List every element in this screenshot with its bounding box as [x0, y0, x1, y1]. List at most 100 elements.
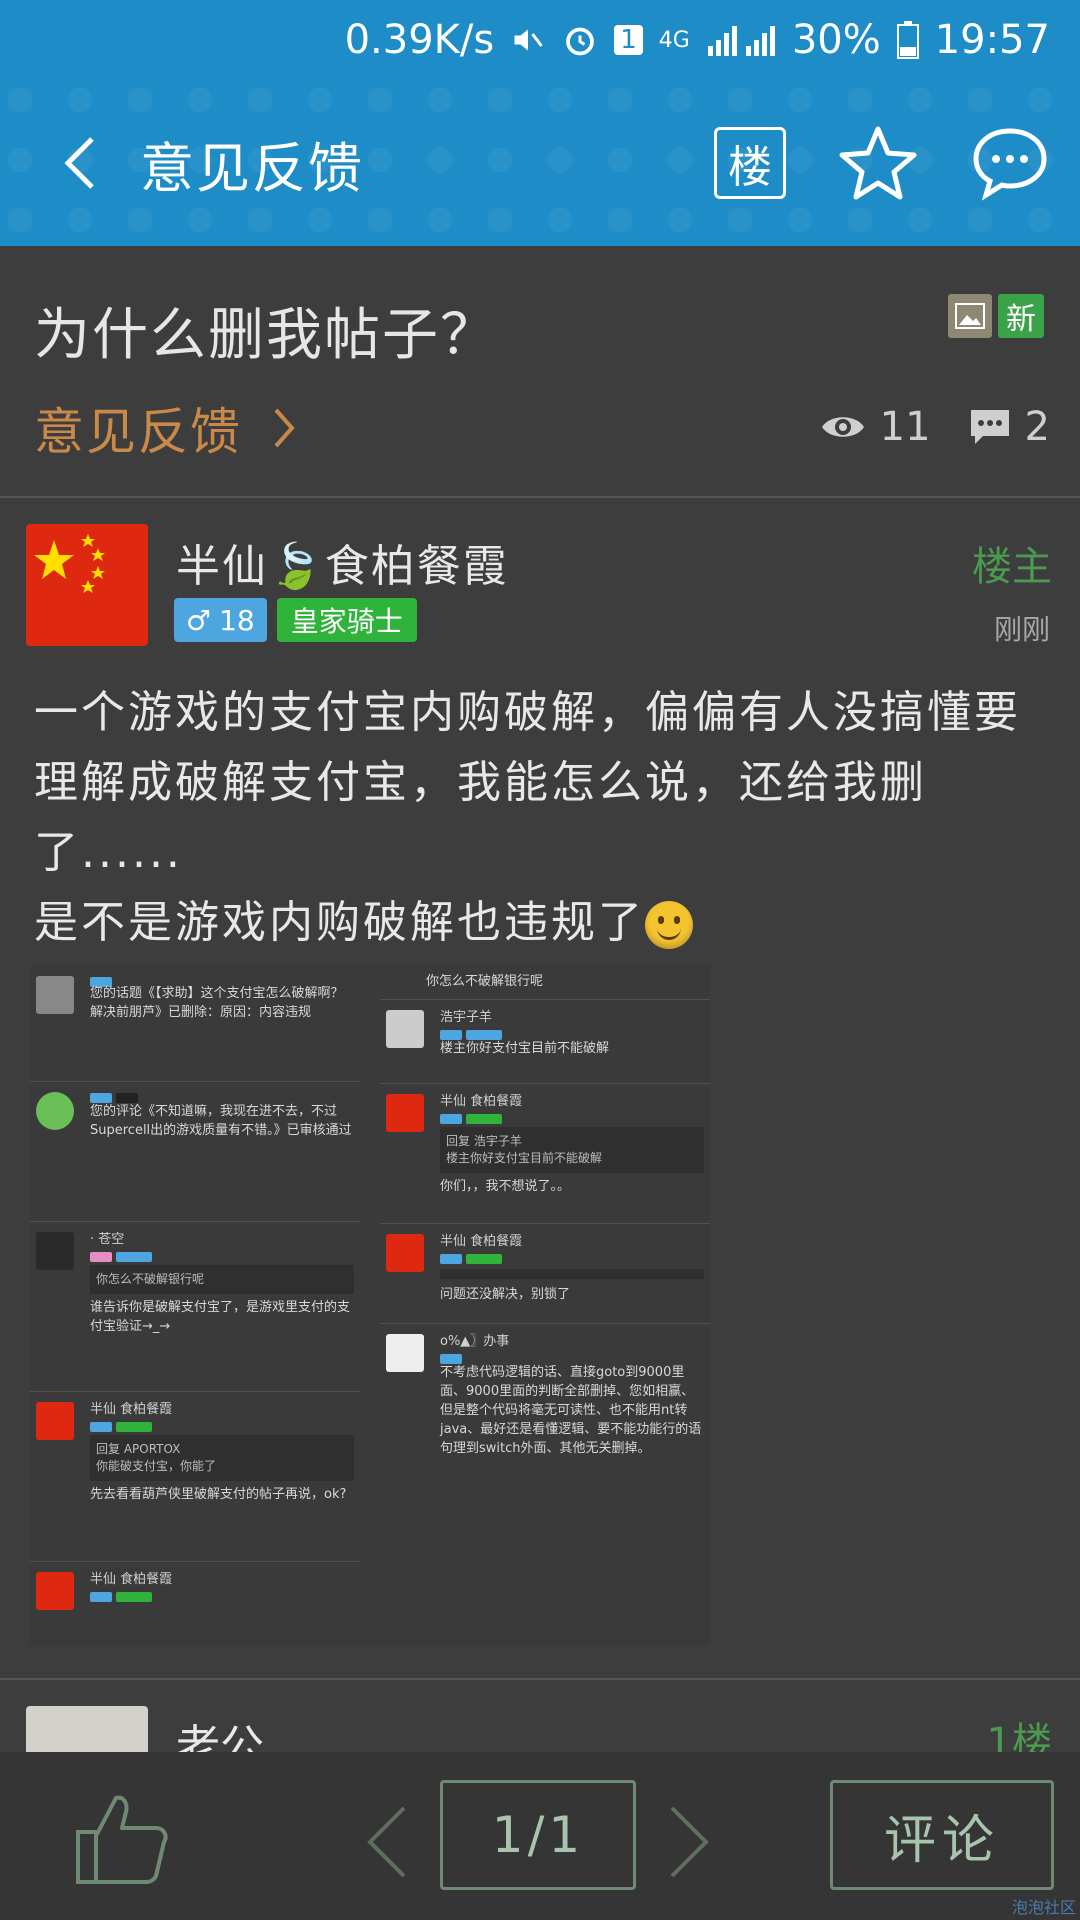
comment-count: 2 — [1024, 404, 1050, 450]
list-item-text: 你怎么不破解银行呢 — [426, 974, 544, 989]
network-type: 4G — [658, 27, 690, 53]
flag-icon — [26, 524, 148, 646]
thread-header: 为什么删我帖子？ 新 意见反馈 11 2 — [0, 246, 1080, 498]
list-item-text: 您的话题《【求助】这个支付宝怎么破解啊？解决前朋芦》已删除：原因：内容违规 — [90, 986, 344, 1020]
chevron-right-icon — [670, 1806, 709, 1878]
comment-icon — [970, 410, 1009, 444]
list-item: 半仙 食柏餐霞 — [30, 1562, 360, 1626]
list-item-text: 楼主你好支付宝目前不能破解 — [440, 1041, 610, 1056]
user-title-tag: 皇家骑士 — [276, 598, 417, 642]
reply-button[interactable] — [970, 123, 1050, 203]
reply-item[interactable]: 老公 1楼 — [0, 1680, 1080, 1752]
bottom-bar: 1/1 评论 泡泡社区 — [0, 1752, 1080, 1920]
floor-jump-button[interactable]: 楼 — [714, 127, 786, 199]
avatar[interactable] — [26, 1706, 148, 1752]
list-item: 半仙 食柏餐霞 回复 APORTOX 你能破支付宝，你能了 先去看看葫芦侠里破解… — [30, 1392, 360, 1562]
like-button[interactable] — [72, 1788, 172, 1888]
list-item-quote: 你怎么不破解银行呢 — [90, 1265, 354, 1294]
list-item-text: 你们，，我不想说了。。 — [440, 1179, 571, 1194]
reply-floor: 1楼 — [986, 1720, 1052, 1752]
list-item: 您的评论《不知道嘛，我现在进不去，不过Supercell出的游戏质量有不错。》已… — [30, 1082, 360, 1222]
male-icon: ♂ — [186, 603, 212, 637]
sim-icon: 1 — [614, 25, 643, 55]
list-item: 浩宇子羊 楼主你好支付宝目前不能破解 — [380, 1000, 710, 1084]
battery-percent: 30% — [791, 17, 881, 63]
avatar — [36, 1092, 74, 1130]
list-item-name: 半仙 食柏餐霞 — [90, 1402, 173, 1417]
list-item-quote: 回复 APORTOX 你能破支付宝，你能了 — [90, 1435, 354, 1481]
op-label: 楼主 — [972, 544, 1052, 590]
previous-page-button[interactable] — [362, 1802, 412, 1882]
list-item: 半仙 食柏餐霞 回复 浩宇子羊 楼主你好支付宝目前不能破解 你们，，我不想说了。… — [380, 1084, 710, 1224]
new-badge: 新 — [998, 294, 1044, 338]
list-item-name: 半仙 食柏餐霞 — [90, 1572, 173, 1587]
post-time: 刚刚 — [993, 613, 1050, 646]
list-item: 半仙 食柏餐霞 问题还没解决，别锁了 — [380, 1224, 710, 1324]
eye-icon — [821, 417, 864, 437]
list-item: o%▲〗办事 不考虑代码逻辑的话、直接goto到9000里面、9000里面的判断… — [380, 1324, 710, 1546]
list-item: 您的话题《【求助】这个支付宝怎么破解啊？解决前朋芦》已删除：原因：内容违规 — [30, 966, 360, 1082]
comment-button[interactable]: 评论 — [830, 1780, 1054, 1890]
avatar — [36, 1402, 74, 1440]
list-item-text: 不考虑代码逻辑的话、直接goto到9000里面、9000里面的判断全部删掉、您如… — [440, 1365, 702, 1456]
smiley-emoji-icon — [645, 901, 693, 949]
reply-username[interactable]: 老公 — [176, 1710, 264, 1752]
app-bar: 意见反馈 楼 — [0, 80, 1080, 246]
mute-icon — [510, 22, 546, 58]
list-item-text: 问题还没解决，别锁了 — [440, 1287, 571, 1302]
thread-title: 为什么删我帖子？ — [34, 303, 498, 368]
avatar[interactable] — [26, 524, 148, 646]
back-button[interactable] — [40, 113, 120, 213]
page-indicator[interactable]: 1/1 — [440, 1780, 636, 1890]
op-post: 半仙🍃食柏餐霞 ♂ 18 皇家骑士 楼主 刚刚 一个游戏的支付宝内购破解，偏偏有… — [0, 498, 1080, 1680]
forum-name: 意见反馈 — [34, 403, 242, 461]
avatar — [386, 1334, 424, 1372]
list-item-quote: 回复 浩宇子羊 楼主你好支付宝目前不能破解 — [440, 1127, 704, 1173]
list-item-name: 浩宇子羊 — [440, 1010, 493, 1025]
post-paragraph: 是不是游戏内购破解也违规了 — [34, 888, 1044, 958]
page-title: 意见反馈 — [140, 136, 364, 200]
avatar — [36, 976, 74, 1014]
thumbs-up-icon — [76, 1795, 168, 1884]
chevron-right-icon — [274, 408, 295, 448]
avatar — [386, 1010, 424, 1048]
star-icon — [839, 126, 917, 200]
post-line: 是不是游戏内购破解也违规了 — [34, 897, 645, 948]
avatar — [36, 1572, 74, 1610]
image-right-column: 你怎么不破解银行呢 浩宇子羊 楼主你好支付宝目前不能破解 半仙 食柏餐霞 回复 … — [380, 966, 710, 1546]
post-body: 一个游戏的支付宝内购破解，偏偏有人没搞懂要理解成破解支付宝，我能怎么说，还给我删… — [34, 678, 1044, 958]
list-item-name: o%▲〗办事 — [440, 1334, 510, 1349]
chevron-left-icon — [64, 137, 94, 189]
list-item-text: 您的评论《不知道嘛，我现在进不去，不过Supercell出的游戏质量有不错。》已… — [90, 1104, 352, 1138]
list-item-name: · 苍空 — [90, 1232, 125, 1247]
list-item: · 苍空 你怎么不破解银行呢 谁告诉你是破解支付宝了，是游戏里支付的支付宝验证→… — [30, 1222, 360, 1392]
list-item-text: 先去看看葫芦侠里破解支付的帖子再说，ok? — [90, 1487, 347, 1502]
list-item-name: 半仙 食柏餐霞 — [440, 1234, 523, 1249]
image-icon — [948, 294, 992, 338]
favorite-button[interactable] — [838, 123, 918, 203]
chat-bubble-icon — [973, 128, 1047, 201]
attached-image[interactable]: 您的话题《【求助】这个支付宝怎么破解啊？解决前朋芦》已删除：原因：内容违规 您的… — [30, 966, 710, 1646]
view-count: 11 — [879, 404, 931, 450]
clock: 19:57 — [934, 17, 1050, 63]
gender-level-tag: ♂ 18 — [174, 598, 267, 642]
battery-icon — [896, 21, 919, 59]
image-left-column: 您的话题《【求助】这个支付宝怎么破解啊？解决前朋芦》已删除：原因：内容违规 您的… — [30, 966, 360, 1626]
chevron-left-icon — [367, 1806, 406, 1878]
avatar — [386, 1234, 424, 1272]
status-bar: 0.39K/s 1 4G 30% 19:57 — [0, 0, 1080, 80]
watermark: 泡泡社区 — [1011, 1898, 1076, 1917]
avatar — [386, 1094, 424, 1132]
list-item-text: 谁告诉你是破解支付宝了，是游戏里支付的支付宝验证→_→ — [90, 1300, 351, 1334]
list-item-name: 半仙 食柏餐霞 — [440, 1094, 523, 1109]
signal-icon — [706, 22, 776, 58]
username[interactable]: 半仙🍃食柏餐霞 — [176, 530, 509, 594]
next-page-button[interactable] — [664, 1802, 714, 1882]
list-item: 你怎么不破解银行呢 — [380, 966, 710, 1000]
forum-link[interactable]: 意见反馈 — [34, 392, 296, 464]
alarm-icon — [562, 22, 598, 58]
avatar — [36, 1232, 74, 1270]
user-level: 18 — [219, 603, 255, 637]
net-speed: 0.39K/s — [344, 17, 495, 63]
post-paragraph: 一个游戏的支付宝内购破解，偏偏有人没搞懂要理解成破解支付宝，我能怎么说，还给我删… — [34, 687, 1021, 878]
